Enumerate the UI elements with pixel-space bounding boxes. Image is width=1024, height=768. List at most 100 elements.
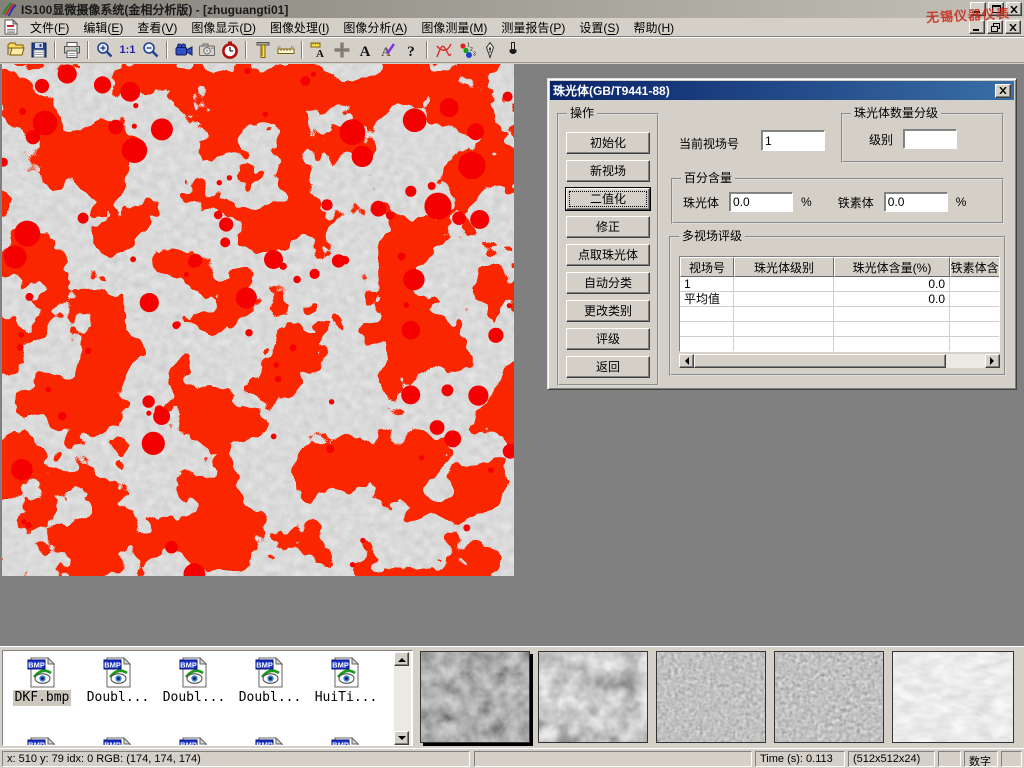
measure-annotation-button[interactable]: A bbox=[307, 39, 330, 61]
scroll-down-button[interactable] bbox=[394, 731, 409, 745]
brush-tool-button[interactable] bbox=[501, 39, 524, 61]
scrollbar-thumb[interactable] bbox=[694, 354, 946, 368]
menu-settings[interactable]: 设置(S) bbox=[572, 17, 626, 38]
print-button[interactable] bbox=[60, 39, 83, 61]
level-input[interactable] bbox=[903, 129, 957, 149]
current-field-label: 当前视场号 bbox=[679, 135, 739, 152]
scroll-up-button[interactable] bbox=[394, 652, 409, 666]
change-class-button[interactable]: 更改类别 bbox=[566, 300, 650, 322]
zoom-out-button[interactable] bbox=[139, 39, 162, 61]
new-field-button[interactable]: 新视场 bbox=[566, 160, 650, 182]
file-name[interactable]: HuiTi... bbox=[313, 690, 380, 706]
timer-button[interactable] bbox=[218, 39, 241, 61]
column-header-pearlite-content[interactable]: 珠光体含量(%) bbox=[834, 257, 950, 277]
scroll-left-button[interactable] bbox=[679, 354, 694, 368]
file-item[interactable]: Doubl... bbox=[232, 656, 308, 732]
thumbnail-3[interactable] bbox=[656, 651, 766, 743]
file-browser: DKF.bmp Doubl... Doubl... Doubl... HuiTi… bbox=[2, 650, 413, 746]
operation-group-label: 操作 bbox=[567, 106, 597, 120]
file-name[interactable]: Doubl... bbox=[85, 690, 152, 706]
file-item[interactable]: DKF.bmp bbox=[4, 656, 80, 732]
initialize-button[interactable]: 初始化 bbox=[566, 132, 650, 154]
menu-measure-report[interactable]: 测量报告(P) bbox=[494, 17, 572, 38]
pen-tool-icon bbox=[481, 41, 499, 59]
binarize-button[interactable]: 二值化 bbox=[566, 188, 650, 210]
rating-table-header: 视场号 珠光体级别 珠光体含量(%) 铁素体含量(%) bbox=[680, 257, 999, 277]
micrograph-image[interactable] bbox=[2, 64, 514, 576]
column-header-ferrite-content[interactable]: 铁素体含量(%) bbox=[950, 257, 1000, 277]
ruler-measure-button[interactable] bbox=[274, 39, 297, 61]
menu-image-display[interactable]: 图像显示(D) bbox=[184, 17, 263, 38]
camera-capture-button[interactable] bbox=[195, 39, 218, 61]
menu-edit[interactable]: 编辑(E) bbox=[76, 17, 130, 38]
table-row[interactable]: 1 0.0 bbox=[680, 277, 999, 292]
percent-content-group: 百分含量 珠光体 % 铁素体 % bbox=[671, 178, 1004, 224]
file-name[interactable]: DKF.bmp bbox=[13, 690, 72, 706]
file-item-clipped[interactable] bbox=[4, 736, 80, 746]
pen-tool-button[interactable] bbox=[478, 39, 501, 61]
caliper-measure-button[interactable] bbox=[251, 39, 274, 61]
thumbnail-2[interactable] bbox=[538, 651, 648, 743]
save-button[interactable] bbox=[27, 39, 50, 61]
bmp-file-icon bbox=[254, 736, 286, 746]
rate-button[interactable]: 评级 bbox=[566, 328, 650, 350]
move-tool-button[interactable] bbox=[330, 39, 353, 61]
file-item[interactable]: Doubl... bbox=[156, 656, 232, 732]
menu-image-analysis[interactable]: 图像分析(A) bbox=[336, 17, 414, 38]
file-item-clipped[interactable] bbox=[156, 736, 232, 746]
file-name[interactable]: Doubl... bbox=[161, 690, 228, 706]
file-item-clipped[interactable] bbox=[308, 736, 384, 746]
bottom-panel: DKF.bmp Doubl... Doubl... Doubl... HuiTi… bbox=[0, 646, 1024, 748]
dialog-close-button[interactable] bbox=[995, 84, 1011, 98]
right-arrow-icon bbox=[990, 357, 998, 365]
menu-view[interactable]: 查看(V) bbox=[130, 17, 184, 38]
column-header-pearlite-grade[interactable]: 珠光体级别 bbox=[734, 257, 834, 277]
thumbnail-5[interactable] bbox=[892, 651, 1014, 743]
percent-sign: % bbox=[801, 195, 812, 209]
minimize-button[interactable] bbox=[970, 2, 986, 16]
zoom-actual-size-button[interactable]: 1:1 bbox=[116, 39, 139, 61]
file-item[interactable]: HuiTi... bbox=[308, 656, 384, 732]
file-name[interactable]: Doubl... bbox=[237, 690, 304, 706]
file-item[interactable]: Doubl... bbox=[80, 656, 156, 732]
menu-image-processing[interactable]: 图像处理(I) bbox=[263, 17, 336, 38]
scroll-right-button[interactable] bbox=[985, 354, 1000, 368]
thumbnail-1[interactable] bbox=[420, 651, 530, 743]
table-row-average[interactable]: 平均值 0.0 bbox=[680, 292, 999, 307]
multi-field-rating-group-label: 多视场评级 bbox=[679, 229, 745, 243]
close-button[interactable] bbox=[1006, 2, 1022, 16]
return-button[interactable]: 返回 bbox=[566, 356, 650, 378]
table-horizontal-scrollbar[interactable] bbox=[679, 354, 1000, 368]
dialog-title: 珠光体(GB/T9441-88) bbox=[553, 82, 995, 99]
file-list-scrollbar[interactable] bbox=[394, 652, 411, 745]
menu-help[interactable]: 帮助(H) bbox=[626, 17, 681, 38]
thumbnail-4[interactable] bbox=[774, 651, 884, 743]
pearlite-percent-input[interactable] bbox=[729, 192, 793, 212]
multi-field-rating-group: 多视场评级 视场号 珠光体级别 珠光体含量(%) 铁素体含量(%) 1 0.0 bbox=[669, 236, 1006, 376]
mdi-close-button[interactable] bbox=[1005, 20, 1021, 34]
pick-pearlite-button[interactable]: 点取珠光体 bbox=[566, 244, 650, 266]
file-item-clipped[interactable] bbox=[232, 736, 308, 746]
dialog-title-bar[interactable]: 珠光体(GB/T9441-88) bbox=[550, 81, 1014, 100]
phase-count-button[interactable]: 1 2 3 bbox=[455, 39, 478, 61]
column-header-field-no[interactable]: 视场号 bbox=[680, 257, 734, 277]
help-button[interactable]: ? bbox=[399, 39, 422, 61]
text-icon: A bbox=[356, 41, 374, 59]
maximize-button[interactable] bbox=[988, 2, 1004, 16]
correct-button[interactable]: 修正 bbox=[566, 216, 650, 238]
zoom-in-button[interactable] bbox=[93, 39, 116, 61]
current-field-input[interactable] bbox=[761, 130, 825, 151]
menu-file[interactable]: 文件(F) bbox=[23, 17, 76, 38]
mdi-minimize-button[interactable] bbox=[969, 20, 985, 34]
auto-classify-button[interactable]: 自动分类 bbox=[566, 272, 650, 294]
open-button[interactable] bbox=[4, 39, 27, 61]
ferrite-percent-input[interactable] bbox=[884, 192, 948, 212]
curve-tool-button[interactable] bbox=[432, 39, 455, 61]
video-capture-button[interactable] bbox=[172, 39, 195, 61]
edit-annotation-button[interactable]: A bbox=[376, 39, 399, 61]
mdi-restore-button[interactable] bbox=[987, 20, 1003, 34]
bmp-file-icon bbox=[330, 736, 362, 746]
menu-image-measure[interactable]: 图像测量(M) bbox=[414, 17, 494, 38]
file-item-clipped[interactable] bbox=[80, 736, 156, 746]
text-tool-button[interactable]: A bbox=[353, 39, 376, 61]
